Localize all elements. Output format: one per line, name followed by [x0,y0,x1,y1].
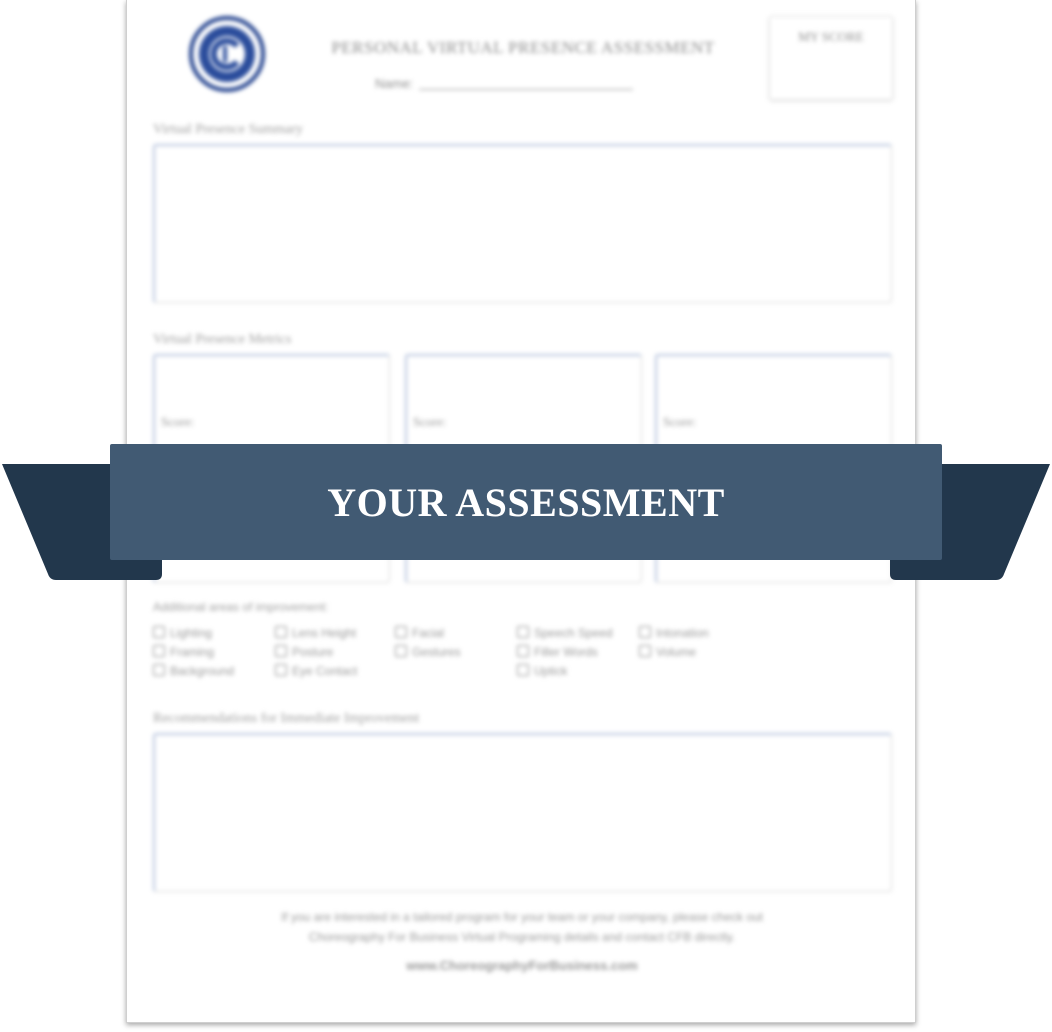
my-score-label: MY SCORE [798,29,864,44]
metric-score-label: Score: [663,414,697,429]
banner-title: YOUR ASSESSMENT [327,479,725,525]
checkbox [517,645,529,657]
checkbox [517,626,529,638]
checkbox-item: Framing [153,645,214,659]
checkbox-item: Background [153,664,234,678]
footer-line: Choreography For Business Virtual Progra… [308,930,736,944]
checkbox-item: Filler Words [517,645,598,659]
checkbox [395,626,407,638]
name-label: Name: [375,76,414,91]
summary-field [153,144,892,303]
assessment-banner: YOUR ASSESSMENT [110,444,942,560]
metric-score-label: Score: [413,414,447,429]
checkbox-item: Lens Height [275,626,356,640]
checkbox-item: Gestures [395,645,461,659]
summary-label: Virtual Presence Summary [153,122,304,137]
checkbox [275,626,287,638]
checkbox [275,664,287,676]
name-underline [419,89,634,90]
checkbox [153,664,165,676]
checkbox [639,645,651,657]
checkbox-item: Lighting [153,626,212,640]
checkbox-item: Eye Contact [275,664,357,678]
checkbox-item: Facial [395,626,444,640]
checkbox-item: Uptick [517,664,567,678]
metric-score-label: Score: [161,414,195,429]
footer-line: If you are interested in a tailored prog… [280,910,764,924]
checkbox [395,645,407,657]
name-field: Name: [375,76,634,91]
recommendations-field [153,733,892,892]
checkbox [639,626,651,638]
checkbox-item: Speech Speed [517,626,613,640]
document-title: PERSONAL VIRTUAL PRESENCE ASSESSMENT [331,38,715,57]
checkbox [275,645,287,657]
metrics-label: Virtual Presence Metrics [153,332,292,347]
checkbox [153,626,165,638]
checkbox [517,664,529,676]
cfb-seal-logo-icon [189,16,265,92]
checkbox-item: Intonation [639,626,709,640]
checkbox-item: Volume [639,645,696,659]
recommendations-label: Recommendations for Immediate Improvemen… [153,711,420,726]
checkbox [153,645,165,657]
improvement-label: Additional areas of improvement: [153,600,329,614]
footer-url: www.ChoreographyForBusiness.com [406,958,638,973]
my-score-box: MY SCORE [769,16,893,100]
checkbox-item: Posture [275,645,333,659]
